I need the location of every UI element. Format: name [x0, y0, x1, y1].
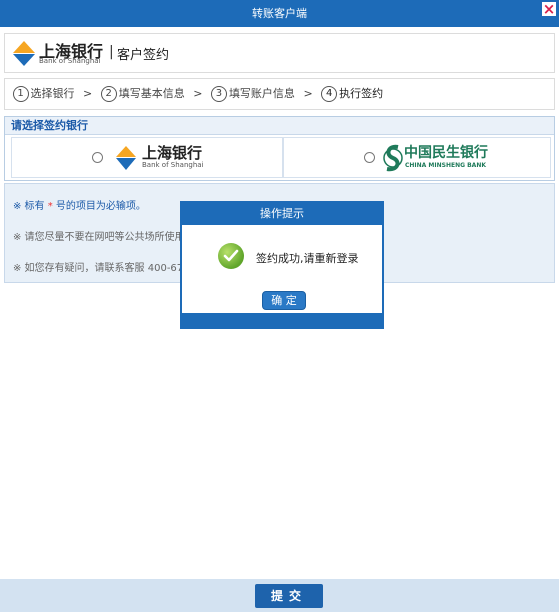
- success-check-icon: [218, 243, 244, 269]
- window-titlebar: 转账客户端 ×: [0, 0, 559, 27]
- footer-bar: 提交: [0, 579, 559, 612]
- dialog-title: 操作提示: [182, 203, 382, 225]
- step-arrow: >: [303, 87, 313, 100]
- bank-option-minsheng[interactable]: 中国民生银行 CHINA MINSHENG BANK: [283, 137, 551, 178]
- operation-tip-dialog: 操作提示 签约成功,请重新登录 确 定: [180, 201, 384, 329]
- bank-of-shanghai-logo-icon: [116, 146, 136, 170]
- bank-select-heading: 请选择签约银行: [5, 117, 554, 135]
- bank-radio-shanghai[interactable]: [92, 152, 103, 163]
- bank-select-panel: 请选择签约银行 上海银行 Bank of Shanghai 中国民生银行 CHI…: [4, 116, 555, 181]
- step-arrow: >: [83, 87, 93, 100]
- bank-name-en: Bank of Shanghai: [39, 57, 101, 65]
- step-progress: 1 选择银行 > 2 填写基本信息 > 3 填写账户信息 > 4 执行签约: [4, 78, 555, 110]
- bank-of-shanghai-logo: 上海银行 Bank of Shanghai: [9, 38, 105, 68]
- page-title: 客户签约: [117, 48, 170, 63]
- bank-option-shanghai[interactable]: 上海银行 Bank of Shanghai: [11, 137, 283, 178]
- window-title: 转账客户端: [252, 7, 307, 20]
- confirm-button[interactable]: 确 定: [262, 291, 306, 310]
- dialog-message: 签约成功,请重新登录: [256, 252, 359, 265]
- step-arrow: >: [193, 87, 203, 100]
- bank-of-shanghai-logo-icon: [13, 41, 35, 66]
- shanghai-bank-logo: 上海银行 Bank of Shanghai: [112, 141, 212, 175]
- page-header: 上海银行 Bank of Shanghai | 客户签约: [4, 33, 555, 73]
- notice-required-hint: ※ 标有 * 号的项目为必输项。: [13, 201, 146, 212]
- close-icon[interactable]: ×: [542, 2, 556, 17]
- minsheng-bank-logo: 中国民生银行 CHINA MINSHENG BANK: [382, 141, 488, 175]
- bank-radio-minsheng[interactable]: [364, 152, 375, 163]
- step-1: 1 选择银行: [12, 79, 75, 109]
- step-3: 3 填写账户信息: [210, 79, 295, 109]
- step-2: 2 填写基本信息: [100, 79, 185, 109]
- minsheng-logo-icon: [383, 144, 403, 172]
- submit-button[interactable]: 提交: [255, 584, 323, 608]
- step-4-current: 4 执行签约: [321, 79, 383, 109]
- notice-contact-hotline: ※ 如您存有疑问，请联系客服 400-673-3: [13, 263, 200, 274]
- notice-public-place-warning: ※ 请您尽量不要在网吧等公共场所使用此: [13, 232, 195, 243]
- header-separator: |: [109, 44, 114, 60]
